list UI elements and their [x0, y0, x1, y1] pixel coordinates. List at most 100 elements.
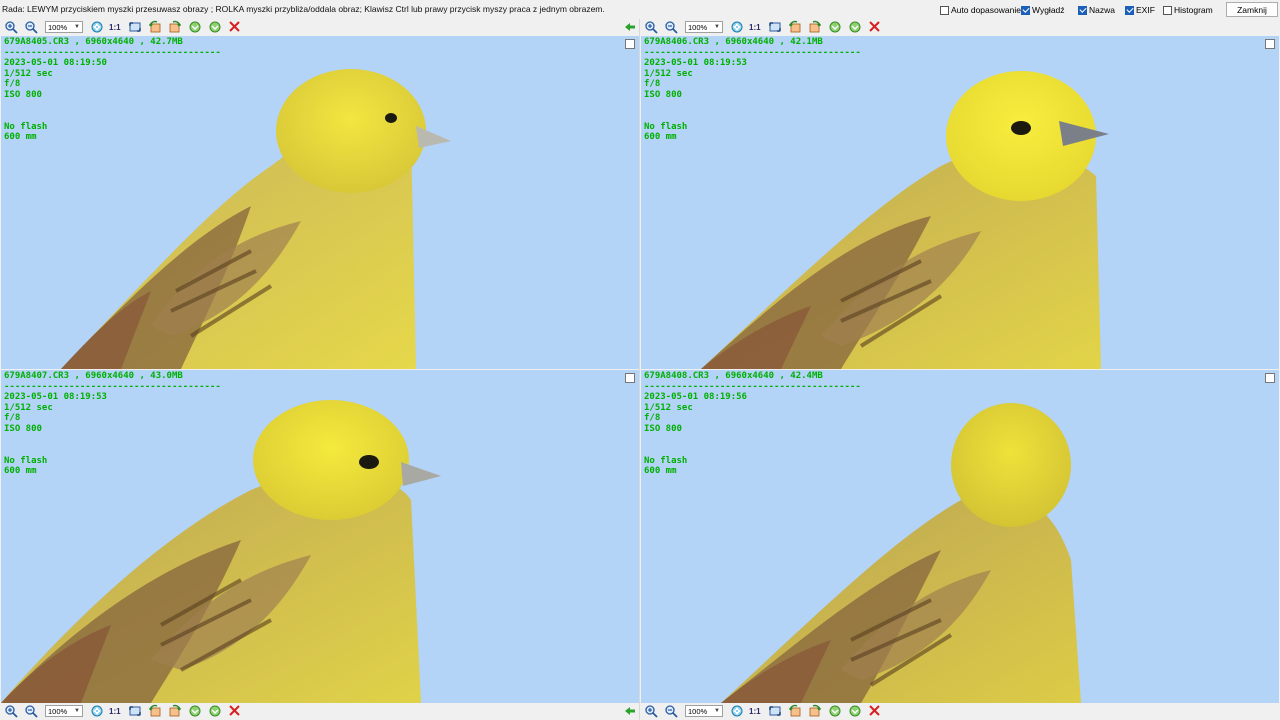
- rotate-left-icon[interactable]: [787, 19, 803, 35]
- hint-text: Rada: LEWYM przyciskiem myszki przesuwas…: [2, 4, 605, 14]
- zoom-out-icon[interactable]: [663, 703, 679, 719]
- checkbox-box[interactable]: [1021, 5, 1030, 15]
- chevron-down-icon: ▼: [74, 708, 80, 714]
- file-title: 679A8405.CR3 , 6960x4640 , 42.7MB: [4, 37, 183, 47]
- fit-icon[interactable]: [127, 19, 143, 35]
- checkbox-box[interactable]: [1078, 5, 1087, 15]
- zoom-out-icon[interactable]: [23, 19, 39, 35]
- separator-line: ----------------------------------------: [644, 47, 861, 58]
- checkbox-box[interactable]: [1163, 5, 1172, 15]
- one-to-one-button[interactable]: 1:1: [749, 707, 761, 716]
- close-icon[interactable]: [227, 19, 243, 35]
- zoom-in-icon[interactable]: [3, 19, 19, 35]
- zoom-select[interactable]: 100% ▼: [45, 705, 83, 717]
- exif-overlay: 679A8408.CR3 , 6960x4640 , 42.4MB -------…: [644, 371, 861, 477]
- aperture: f/8: [4, 79, 21, 90]
- one-to-one-button[interactable]: 1:1: [749, 23, 761, 32]
- zoom-in-icon[interactable]: [3, 703, 19, 719]
- focal-length: 600 mm: [644, 466, 677, 477]
- auto-fit-checkbox[interactable]: Auto dopasowanie: [940, 5, 1021, 15]
- zoom-select[interactable]: 100% ▼: [685, 21, 723, 33]
- rotate-right-icon[interactable]: [167, 19, 183, 35]
- chevron-down-icon: ▼: [714, 24, 720, 30]
- flash: No flash: [644, 121, 688, 132]
- separator-line: ----------------------------------------: [644, 381, 861, 392]
- image-panel-4[interactable]: 679A8408.CR3 , 6960x4640 , 42.4MB -------…: [641, 370, 1279, 703]
- move-icon[interactable]: [89, 19, 105, 35]
- export-icon[interactable]: [847, 703, 863, 719]
- zoom-in-icon[interactable]: [643, 19, 659, 35]
- one-to-one-button[interactable]: 1:1: [109, 707, 121, 716]
- rotate-right-icon[interactable]: [167, 703, 183, 719]
- arrow-left-icon[interactable]: [622, 19, 638, 35]
- move-icon[interactable]: [729, 19, 745, 35]
- select-checkbox[interactable]: [1265, 39, 1275, 49]
- move-icon[interactable]: [89, 703, 105, 719]
- close-icon[interactable]: [867, 703, 883, 719]
- exif-overlay: 679A8407.CR3 , 6960x4640 , 43.0MB -------…: [4, 371, 221, 477]
- arrow-left-icon[interactable]: [622, 703, 638, 719]
- fit-icon[interactable]: [127, 703, 143, 719]
- select-checkbox[interactable]: [625, 39, 635, 49]
- rotate-left-icon[interactable]: [787, 703, 803, 719]
- image-panel-3[interactable]: 679A8407.CR3 , 6960x4640 , 43.0MB -------…: [1, 370, 639, 703]
- iso: ISO 800: [644, 423, 682, 434]
- checkbox-box[interactable]: [940, 5, 949, 15]
- one-to-one-button[interactable]: 1:1: [109, 23, 121, 32]
- checkbox-box[interactable]: [1125, 5, 1134, 15]
- top-bar: Rada: LEWYM przyciskiem myszki przesuwas…: [0, 0, 1280, 19]
- flash: No flash: [644, 455, 688, 466]
- zoom-out-icon[interactable]: [663, 19, 679, 35]
- name-checkbox[interactable]: Nazwa: [1078, 5, 1115, 15]
- panel-toolbar-top-right: 100% ▼ 1:1: [643, 19, 1277, 35]
- checkbox-label: Histogram: [1174, 5, 1213, 15]
- separator-line: ----------------------------------------: [4, 47, 221, 58]
- aperture: f/8: [644, 413, 661, 424]
- export-icon[interactable]: [207, 703, 223, 719]
- image-panel-2[interactable]: 679A8406.CR3 , 6960x4640 , 42.1MB -------…: [641, 36, 1279, 369]
- move-icon[interactable]: [729, 703, 745, 719]
- close-button[interactable]: Zamknij: [1226, 2, 1278, 17]
- separator-line: ----------------------------------------: [4, 381, 221, 392]
- datetime: 2023-05-01 08:19:56: [644, 392, 747, 403]
- exif-checkbox[interactable]: EXIF: [1125, 5, 1155, 15]
- checkbox-label: EXIF: [1136, 5, 1155, 15]
- close-icon[interactable]: [867, 19, 883, 35]
- close-icon[interactable]: [227, 703, 243, 719]
- panel-divider: [639, 19, 640, 720]
- zoom-select[interactable]: 100% ▼: [685, 705, 723, 717]
- save-icon[interactable]: [827, 19, 843, 35]
- zoom-in-icon[interactable]: [643, 703, 659, 719]
- fit-icon[interactable]: [767, 19, 783, 35]
- chevron-down-icon: ▼: [714, 708, 720, 714]
- zoom-value: 100%: [688, 22, 708, 32]
- shutter: 1/512 sec: [4, 402, 53, 413]
- save-icon[interactable]: [187, 703, 203, 719]
- image-panel-1[interactable]: 679A8405.CR3 , 6960x4640 , 42.7MB -------…: [1, 36, 639, 369]
- file-title: 679A8407.CR3 , 6960x4640 , 43.0MB: [4, 371, 183, 381]
- zoom-out-icon[interactable]: [23, 703, 39, 719]
- rotate-left-icon[interactable]: [147, 19, 163, 35]
- panel-toolbar-bottom-left: 100% ▼ 1:1: [3, 703, 637, 719]
- rotate-left-icon[interactable]: [147, 703, 163, 719]
- zoom-select[interactable]: 100% ▼: [45, 21, 83, 33]
- rotate-right-icon[interactable]: [807, 703, 823, 719]
- flash: No flash: [4, 121, 48, 132]
- focal-length: 600 mm: [4, 132, 37, 143]
- select-checkbox[interactable]: [625, 373, 635, 383]
- smooth-checkbox[interactable]: Wygładź: [1021, 5, 1065, 15]
- select-checkbox[interactable]: [1265, 373, 1275, 383]
- export-icon[interactable]: [207, 19, 223, 35]
- iso: ISO 800: [4, 423, 42, 434]
- shutter: 1/512 sec: [4, 68, 53, 79]
- zoom-value: 100%: [688, 706, 708, 716]
- rotate-right-icon[interactable]: [807, 19, 823, 35]
- chevron-down-icon: ▼: [74, 24, 80, 30]
- save-icon[interactable]: [187, 19, 203, 35]
- save-icon[interactable]: [827, 703, 843, 719]
- export-icon[interactable]: [847, 19, 863, 35]
- fit-icon[interactable]: [767, 703, 783, 719]
- checkbox-label: Nazwa: [1089, 5, 1115, 15]
- file-title: 679A8406.CR3 , 6960x4640 , 42.1MB: [644, 37, 823, 47]
- histogram-checkbox[interactable]: Histogram: [1163, 5, 1213, 15]
